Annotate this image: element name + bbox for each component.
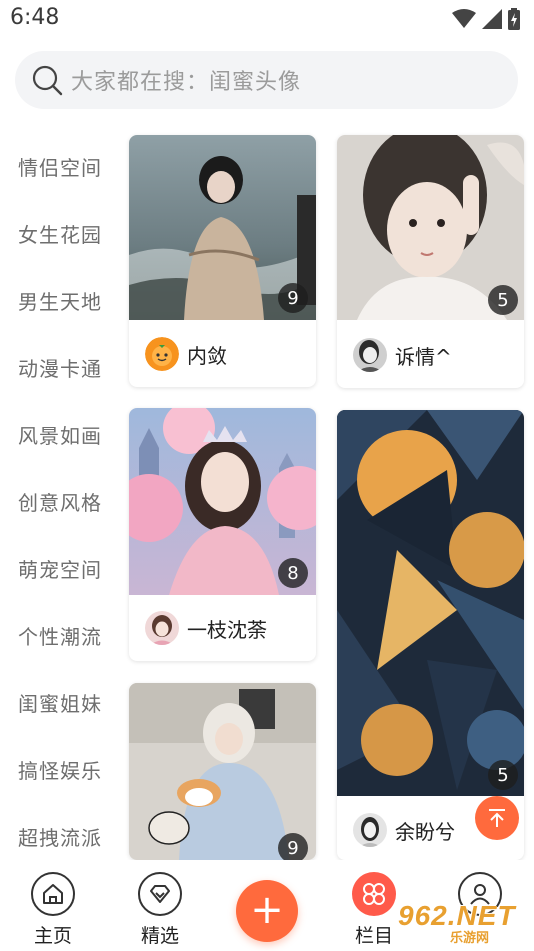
card-thumbnail [337, 410, 524, 796]
author-name: 诉情^ [395, 344, 452, 369]
sidebar-item-trendy[interactable]: 个性潮流 [18, 621, 102, 650]
sidebar-item-bestie[interactable]: 闺蜜姐妹 [18, 688, 102, 717]
back-to-top-button[interactable] [475, 796, 519, 840]
tab-featured[interactable]: 精选 [125, 872, 195, 948]
author-avatar [353, 813, 387, 847]
author-name: 内敛 [187, 343, 227, 368]
status-icons [452, 8, 520, 30]
search-icon [32, 65, 63, 96]
card-author: 一枝沈荼 [129, 594, 316, 661]
sidebar-item-anime[interactable]: 动漫卡通 [18, 353, 102, 382]
sidebar-item-funny[interactable]: 搞怪娱乐 [18, 755, 102, 784]
sidebar-item-couple[interactable]: 情侣空间 [18, 152, 102, 181]
image-count-badge: 8 [278, 558, 308, 588]
watermark-sub: 乐游网 [450, 931, 490, 946]
signal-icon [482, 9, 502, 29]
avatar-card[interactable]: 8 一枝沈荼 [129, 408, 316, 661]
sidebar-item-boys[interactable]: 男生天地 [18, 286, 102, 315]
image-count-badge: 5 [488, 285, 518, 315]
image-count-badge: 5 [488, 760, 518, 790]
home-icon [31, 872, 75, 916]
sidebar-item-scenery[interactable]: 风景如画 [18, 420, 102, 449]
avatar-card[interactable]: 5 诉情^ [337, 135, 524, 388]
tab-featured-label: 精选 [140, 925, 179, 947]
avatar-card[interactable]: 5 余盼兮 [337, 410, 524, 860]
sidebar-item-creative[interactable]: 创意风格 [18, 487, 102, 516]
card-author: 诉情^ [337, 321, 524, 388]
status-time: 6:48 [10, 5, 60, 30]
watermark-logo: 962.NET 乐游网 [398, 900, 530, 946]
author-avatar [353, 338, 387, 372]
add-button[interactable]: + [236, 880, 298, 942]
arrow-up-icon [489, 809, 505, 827]
search-placeholder: 大家都在搜：闺蜜头像 [71, 70, 302, 95]
image-count-badge: 9 [278, 283, 308, 313]
author-name: 一枝沈荼 [187, 617, 267, 642]
sidebar-item-cool[interactable]: 超拽流派 [18, 822, 102, 851]
avatar-card[interactable]: 9 内敛 [129, 135, 316, 387]
tab-home[interactable]: 主页 [18, 872, 88, 948]
tab-home-label: 主页 [33, 925, 72, 947]
image-count-badge: 9 [278, 833, 308, 860]
sidebar-item-pets[interactable]: 萌宠空间 [18, 554, 102, 583]
columns-icon [352, 872, 396, 916]
sidebar-item-girls[interactable]: 女生花园 [18, 219, 102, 248]
status-bar: 6:48 [0, 0, 534, 36]
author-avatar [145, 611, 179, 645]
wifi-icon [452, 9, 476, 28]
search-bar[interactable]: 大家都在搜：闺蜜头像 [15, 51, 518, 109]
card-author: 内敛 [129, 320, 316, 387]
battery-icon [508, 8, 520, 30]
author-avatar [145, 337, 179, 371]
diamond-icon [138, 872, 182, 916]
avatar-card[interactable]: 9 [129, 683, 316, 860]
author-name: 余盼兮 [395, 819, 455, 844]
